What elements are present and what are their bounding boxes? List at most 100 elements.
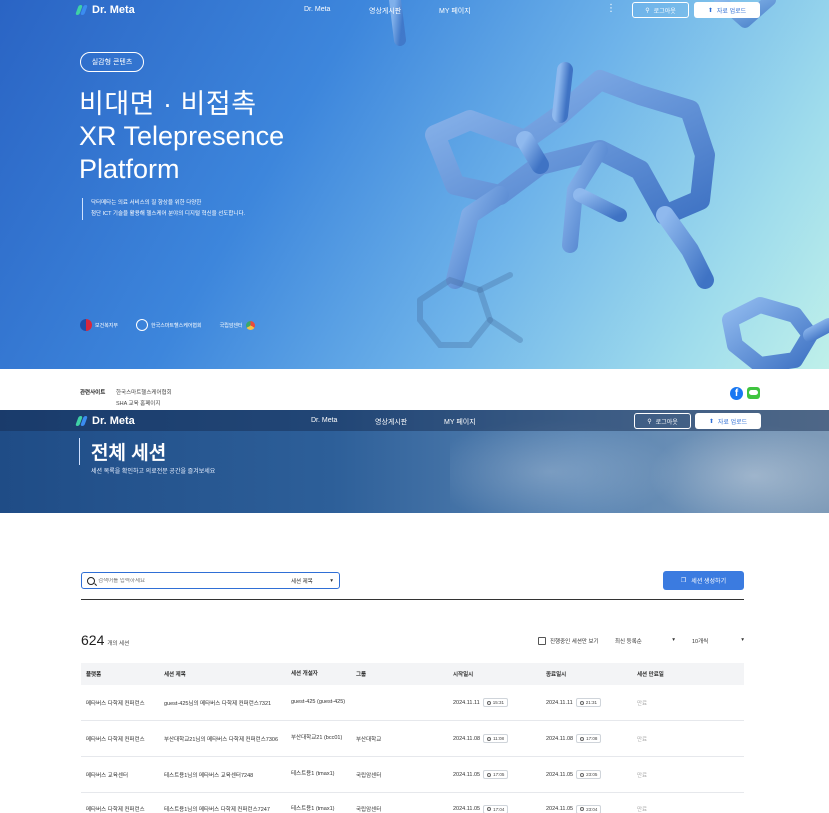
table-row[interactable]: 메타버스 다학제 컨퍼런스 테스트용1님의 메타버스 다학제 컨퍼런스7247 … (81, 793, 744, 813)
page-title: 전체 세션 (79, 438, 166, 465)
ncc-emblem-icon (245, 320, 255, 330)
logo-text: Dr. Meta (92, 415, 135, 427)
cell-title[interactable]: 테스트용1님의 메타버스 다학제 컨퍼런스7247 (160, 793, 289, 813)
cell-start: 2024.11.08 11:08 (453, 734, 546, 743)
start-date: 2024.11.05 (453, 806, 481, 812)
end-time: 23:04 (586, 806, 598, 812)
start-date: 2024.11.05 (453, 771, 481, 778)
hero-section: Dr. Meta Dr. Meta 영상게시판 MY 페이지 ⋮ ⚲ 로그아웃 … (0, 0, 829, 369)
logout-button[interactable]: ⚲ 로그아웃 (632, 2, 689, 18)
logout-label: 로그아웃 (653, 8, 676, 15)
nav-video-board[interactable]: 영상게시판 (375, 417, 407, 427)
nav-dr-meta[interactable]: Dr. Meta (304, 6, 330, 13)
nav-my-page[interactable]: MY 페이지 (444, 417, 476, 427)
upload-button[interactable]: ⬆ 자료 업로드 (694, 2, 760, 18)
search-bar: 세션 제목 ▾ (81, 572, 340, 589)
column-header: 플랫폼 (86, 672, 102, 678)
chevron-down-icon: ▾ (672, 637, 675, 643)
cell-group: 국립암센터 (356, 772, 382, 779)
logo-mark-icon (75, 4, 88, 16)
content-type-pill: 실감형 콘텐츠 (80, 52, 144, 72)
column-header: 종료일시 (546, 672, 567, 678)
clock-icon (487, 736, 492, 741)
search-scope-select[interactable]: 세션 제목 ▾ (291, 573, 339, 588)
start-time-chip: 15:31 (482, 698, 508, 707)
related-site-link[interactable]: SHA 교육 홈페이지 (116, 399, 160, 407)
cell-platform: 메타버스 다학제 컨퍼런스 (86, 807, 145, 813)
logout-button[interactable]: ⚲ 로그아웃 (634, 413, 691, 429)
logo[interactable]: Dr. Meta (75, 415, 135, 427)
facebook-icon[interactable]: f (730, 387, 743, 400)
upload-button[interactable]: ⬆ 자료 업로드 (695, 413, 761, 429)
column-header: 세션 만료일 (637, 672, 664, 678)
nav-my-page[interactable]: MY 페이지 (439, 6, 471, 16)
add-session-icon: ❐ (680, 578, 687, 584)
ongoing-label: 진행중인 세션만 보기 (550, 639, 599, 645)
clock-icon (580, 736, 585, 741)
search-scope-value: 세션 제목 (291, 578, 313, 585)
hero-title-english: XR Telepresence Platform (79, 121, 285, 184)
cell-end: 2024.11.08 17:08 (546, 734, 637, 743)
table-row[interactable]: 메타버스 교육센터 테스트용1님의 메타버스 교육센터7248 테스트용1 (t… (81, 757, 744, 793)
start-time-chip: 11:08 (483, 734, 509, 743)
nav-dr-meta[interactable]: Dr. Meta (311, 417, 337, 424)
related-site-link[interactable]: 한국스마트헬스케어협회 (116, 388, 172, 396)
column-header: 세션 제목 (164, 672, 186, 678)
session-count-number: 624 (81, 632, 105, 648)
kakaotalk-icon[interactable] (747, 387, 760, 399)
sessions-table: 플랫폼 세션 제목 세션 개설자 그룹 시작일시 종료일시 세션 만료일 메타버… (81, 663, 744, 813)
start-date: 2024.11.08 (453, 735, 481, 742)
partner-mohw: 보건복지부 (80, 319, 118, 331)
table-row[interactable]: 메타버스 다학제 컨퍼런스 부산대학교21님의 메타버스 다학제 컨퍼런스730… (81, 721, 744, 757)
end-date: 2024.11.05 (546, 771, 574, 778)
end-time-chip: 23:05 (576, 770, 602, 779)
related-sites-bar: 관련사이트 한국스마트헬스케어협회 SHA 교육 홈페이지 f (0, 369, 829, 410)
logo[interactable]: Dr. Meta (75, 4, 135, 16)
upload-icon: ⬆ (708, 418, 714, 425)
sort-select[interactable]: 최신 등록순 ▾ (615, 637, 675, 645)
column-header: 세션 개설자 (291, 670, 318, 677)
cell-title[interactable]: 테스트용1님의 메타버스 교육센터7248 (160, 771, 289, 779)
cell-owner: guest-425 (guest-425) (291, 699, 346, 705)
cell-title[interactable]: 부산대학교21님의 메타버스 다학제 컨퍼런스7306 (160, 735, 289, 743)
cell-start: 2024.11.05 17:04 (453, 793, 546, 813)
cell-title[interactable]: guest-425님의 메타버스 다학제 컨퍼런스7321 (160, 699, 289, 707)
create-session-button[interactable]: ❐ 세션 생성하기 (663, 571, 744, 590)
per-page-select[interactable]: 10개씩 ▾ (692, 637, 744, 645)
user-icon: ⚲ (647, 418, 652, 425)
table-row[interactable]: 메타버스 다학제 컨퍼런스 guest-425님의 메타버스 다학제 컨퍼런스7… (81, 685, 744, 721)
cell-status: 만료 (637, 772, 648, 779)
search-input[interactable] (98, 577, 288, 584)
clock-icon (487, 807, 492, 811)
cell-start: 2024.11.05 17:05 (453, 770, 546, 779)
divider (81, 599, 744, 600)
search-icon[interactable] (87, 576, 95, 585)
related-sites-label: 관련사이트 (80, 390, 106, 396)
ongoing-checkbox[interactable] (538, 637, 546, 645)
logo-mark-icon (75, 415, 88, 427)
more-menu-icon[interactable]: ⋮ (606, 4, 616, 14)
upload-label: 자료 업로드 (717, 419, 748, 426)
end-time-chip: 21:31 (575, 698, 601, 707)
session-count: 624 개의 세션 (81, 632, 129, 648)
upload-icon: ⬆ (707, 7, 713, 14)
user-icon: ⚲ (645, 7, 650, 14)
kshia-emblem-icon (136, 319, 149, 331)
cell-end: 2024.11.11 21:31 (546, 698, 637, 707)
cell-group: 국립암센터 (356, 807, 382, 813)
clock-icon (580, 772, 585, 777)
start-time-chip: 17:04 (483, 804, 509, 813)
cell-owner: 부산대학교21 (bcc01) (291, 735, 343, 741)
cell-status: 만료 (637, 807, 648, 813)
logo-text: Dr. Meta (92, 4, 135, 16)
partner-name: 보건복지부 (95, 322, 119, 329)
ongoing-filter[interactable]: 진행중인 세션만 보기 (538, 637, 599, 645)
session-count-unit: 개의 세션 (107, 641, 130, 647)
create-session-label: 세션 생성하기 (691, 579, 727, 585)
nav-video-board[interactable]: 영상게시판 (369, 6, 401, 16)
per-page-value: 10개씩 (692, 639, 709, 645)
start-time: 17:05 (493, 772, 505, 777)
top-navbar: Dr. Meta Dr. Meta 영상게시판 MY 페이지 ⚲ 로그아웃 ⬆ … (0, 410, 829, 431)
start-date: 2024.11.11 (453, 699, 480, 706)
mohw-emblem-icon (80, 319, 92, 331)
